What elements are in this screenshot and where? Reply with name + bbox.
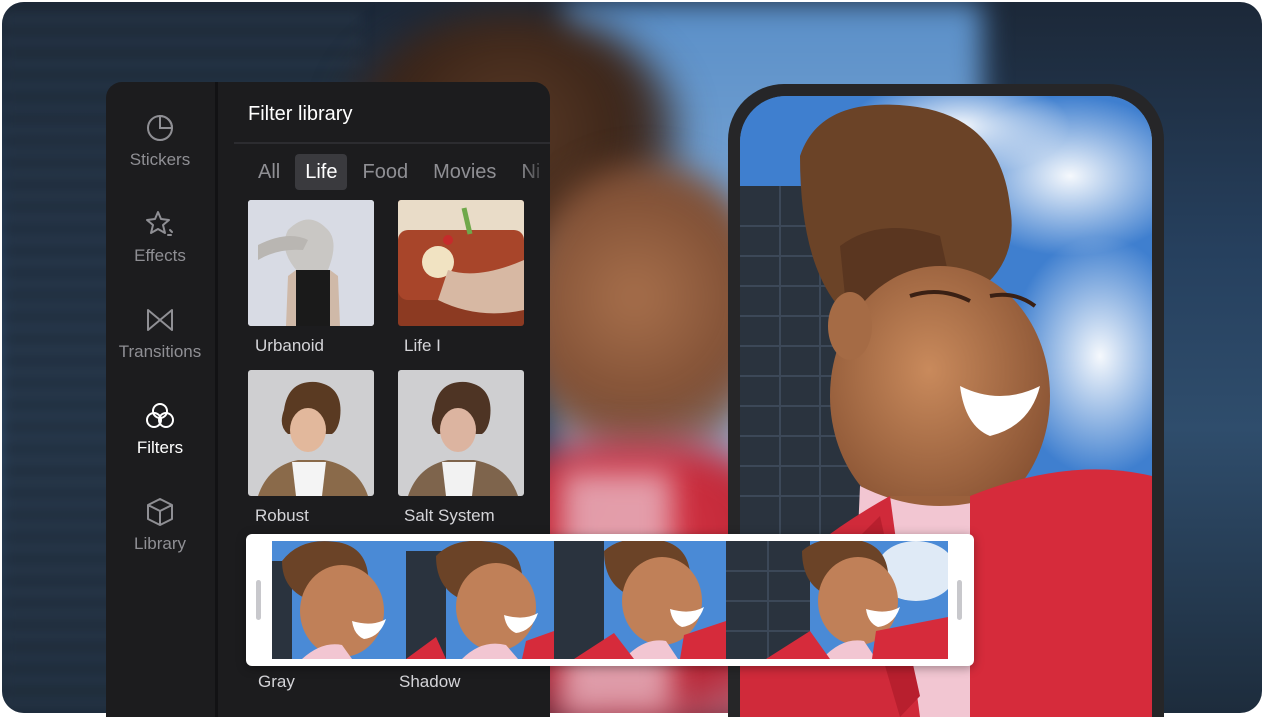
filter-name: Life I xyxy=(404,336,441,355)
page-title: Filter library xyxy=(248,103,353,125)
filmstrip-frame xyxy=(554,541,726,659)
filmstrip-frame xyxy=(272,541,406,659)
thumb-image xyxy=(398,370,524,496)
filter-thumb-robust[interactable] xyxy=(248,370,374,496)
trim-handle-right[interactable] xyxy=(957,580,962,620)
sidebar-item-label: Library xyxy=(134,534,186,553)
tab-movies[interactable]: Movies xyxy=(423,154,506,190)
filter-thumb-life-i[interactable] xyxy=(398,200,524,326)
sidebar-item-transitions[interactable]: Transitions xyxy=(106,304,214,362)
divider xyxy=(234,142,550,144)
sidebar-item-label: Transitions xyxy=(118,342,202,361)
filter-name: Urbanoid xyxy=(255,336,324,355)
thumb-image xyxy=(248,200,374,326)
effects-icon xyxy=(146,211,173,236)
thumb-image xyxy=(248,370,374,496)
tab-all[interactable]: All xyxy=(248,154,290,190)
filter-thumb-salt-system[interactable] xyxy=(398,370,524,496)
tab-life[interactable]: Life xyxy=(295,154,348,190)
filter-name: Gray xyxy=(258,672,295,691)
sidebar-item-label: Stickers xyxy=(129,150,191,169)
filter-name: Shadow xyxy=(399,672,461,691)
category-tabs: AllLifeFoodMoviesNi xyxy=(248,154,550,190)
sidebar-item-effects[interactable]: Effects xyxy=(106,208,214,266)
sidebar-item-stickers[interactable]: Stickers xyxy=(106,112,214,170)
sidebar-item-label: Effects xyxy=(134,246,186,265)
trim-handle-left[interactable] xyxy=(256,580,261,620)
stickers-icon xyxy=(147,114,174,141)
tabs-fade xyxy=(521,152,550,192)
filters-icon xyxy=(146,403,174,428)
filmstrip-frame xyxy=(406,541,554,659)
library-icon xyxy=(147,498,173,526)
filter-name: Salt System xyxy=(404,506,495,525)
filmstrip[interactable] xyxy=(246,534,974,666)
sidebar-item-label: Filters xyxy=(136,438,184,457)
filmstrip-frames xyxy=(272,541,948,659)
transitions-icon xyxy=(147,309,173,331)
filmstrip-frame xyxy=(726,541,948,659)
filter-name: Robust xyxy=(255,506,309,525)
sidebar: Stickers Effects Transitions Filters Lib… xyxy=(106,82,218,717)
sidebar-item-filters[interactable]: Filters xyxy=(106,400,214,458)
sidebar-item-library[interactable]: Library xyxy=(106,496,214,554)
filter-thumb-urbanoid[interactable] xyxy=(248,200,374,326)
tab-food[interactable]: Food xyxy=(352,154,418,190)
thumb-image xyxy=(398,200,524,326)
